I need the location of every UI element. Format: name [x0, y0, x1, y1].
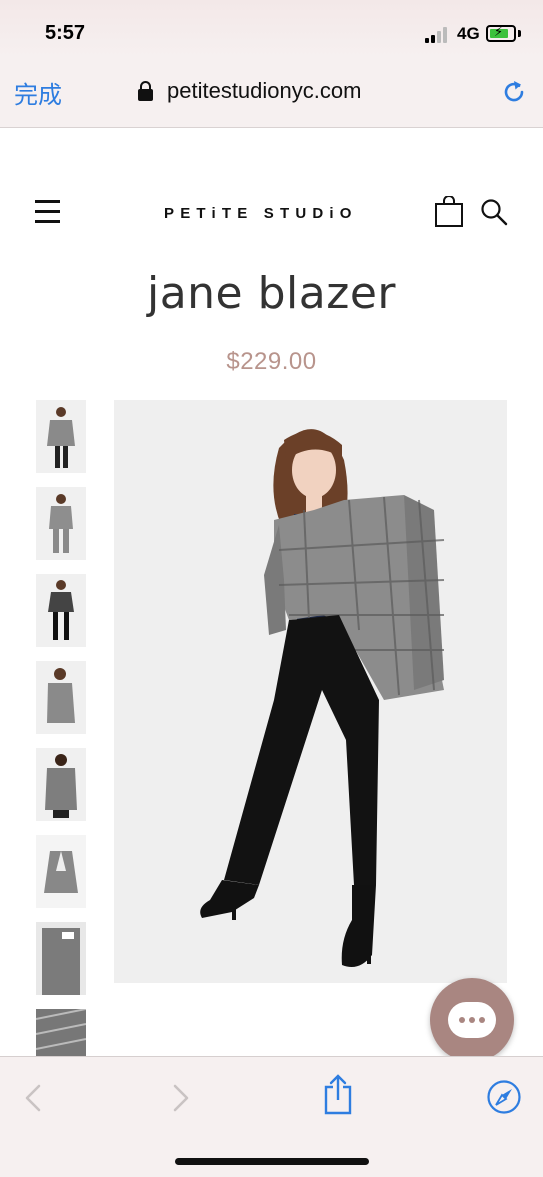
signal-strength-icon [425, 27, 451, 43]
site-logo[interactable]: PETiTE STUDiO [164, 205, 358, 222]
main-product-image[interactable] [114, 400, 507, 983]
thumbnail-1[interactable] [36, 400, 86, 473]
share-icon[interactable] [322, 1073, 354, 1115]
home-indicator [175, 1158, 369, 1165]
url-field[interactable]: petitestudionyc.com [138, 78, 361, 104]
reload-icon[interactable] [500, 78, 528, 106]
url-text: petitestudionyc.com [167, 78, 362, 103]
battery-tip [518, 30, 521, 37]
browser-toolbar [0, 1056, 543, 1177]
lock-icon [138, 81, 153, 101]
chat-bubble-icon [448, 1002, 496, 1038]
search-icon[interactable] [480, 198, 508, 226]
thumbnail-7[interactable] [36, 922, 86, 995]
thumbnail-6[interactable] [36, 835, 86, 908]
chevron-left-icon[interactable] [22, 1083, 44, 1113]
hamburger-menu-icon[interactable] [35, 200, 60, 223]
product-title: jane blazer [146, 268, 396, 319]
chat-button[interactable] [430, 978, 514, 1062]
model-illustration [114, 400, 507, 983]
address-bar: 完成 petitestudionyc.com [0, 58, 543, 128]
compass-icon[interactable] [486, 1079, 522, 1115]
thumbnail-gallery [36, 400, 86, 1056]
done-button[interactable]: 完成 [14, 75, 62, 110]
battery-icon: ⚡ [486, 24, 516, 42]
status-time: 5:57 [45, 22, 86, 44]
thumbnail-2[interactable] [36, 487, 86, 560]
network-type: 4G [457, 24, 480, 43]
thumbnail-5[interactable] [36, 748, 86, 821]
thumbnail-3[interactable] [36, 574, 86, 647]
product-price: $229.00 [226, 348, 317, 375]
chevron-right-icon[interactable] [170, 1083, 192, 1113]
status-bar: 5:57 4G ⚡ [0, 0, 543, 58]
shopping-bag-icon[interactable] [434, 196, 464, 228]
thumbnail-8[interactable] [36, 1009, 86, 1056]
thumbnail-4[interactable] [36, 661, 86, 734]
